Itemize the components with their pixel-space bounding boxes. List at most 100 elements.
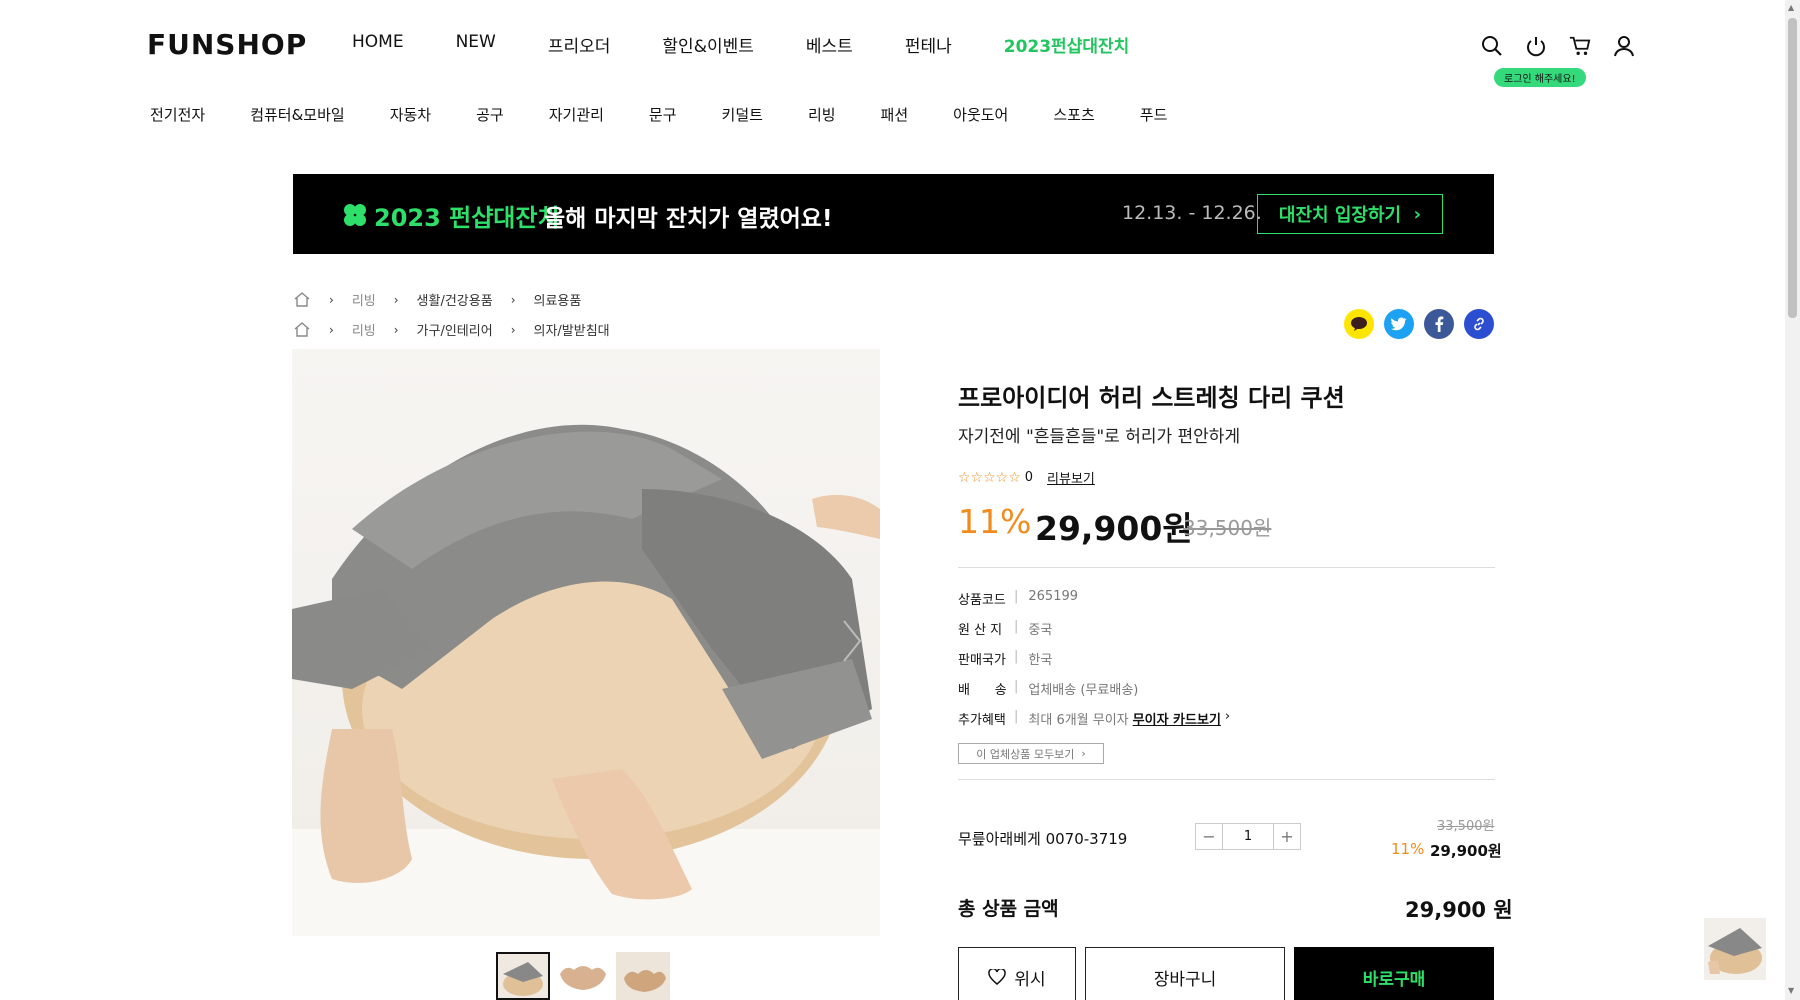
user-icon[interactable]: [1613, 34, 1635, 58]
banner-title: 2023 펀샵대잔치: [374, 204, 560, 232]
chevron-right-icon: ›: [510, 322, 516, 337]
nav-funtena[interactable]: 펀테나: [905, 32, 952, 57]
spec-value: 한국: [1028, 653, 1053, 668]
banner-enter-button[interactable]: 대잔치 입장하기 ›: [1257, 194, 1443, 234]
home-icon[interactable]: [293, 291, 311, 308]
total-label: 총 상품 금액: [958, 898, 1059, 920]
thumbnail-2[interactable]: [556, 952, 610, 1000]
chevron-right-icon: ›: [329, 322, 334, 337]
breadcrumb-item[interactable]: 생활/건강용품: [417, 290, 493, 309]
category-living[interactable]: 리빙: [808, 104, 836, 125]
login-badge[interactable]: 로그인 해주세요!: [1494, 68, 1586, 87]
breadcrumb-item[interactable]: 의료용품: [534, 290, 582, 309]
banner-cta-label: 대잔치 입장하기: [1278, 205, 1402, 226]
breadcrumb-item[interactable]: 리빙: [352, 290, 376, 309]
thumbnail-1[interactable]: [496, 952, 550, 1000]
share-buttons: [1344, 309, 1494, 339]
kakaotalk-share-icon[interactable]: [1344, 309, 1374, 339]
spec-value: 최대 6개월 무이자: [1028, 713, 1129, 728]
category-car[interactable]: 자동차: [390, 104, 431, 125]
chevron-right-icon: ›: [393, 292, 399, 307]
chevron-right-icon: ›: [510, 292, 516, 307]
nav-home[interactable]: HOME: [352, 32, 404, 57]
option-name: 무릎아래베게 0070-3719: [958, 830, 1128, 848]
banner-dates: 12.13. - 12.26.: [1122, 202, 1262, 224]
festival-banner[interactable]: 2023 펀샵대잔치 올해 마지막 잔치가 열렸어요! 12.13. - 12.…: [293, 174, 1494, 254]
scroll-down-icon[interactable]: ▼: [1788, 986, 1794, 995]
page-scrollbar[interactable]: ▲ ▼: [1785, 0, 1800, 1000]
sale-price: 29,900원: [1035, 509, 1193, 548]
review-link[interactable]: 리뷰보기: [1047, 468, 1095, 487]
banner-subtitle: 올해 마지막 잔치가 열렸어요!: [544, 206, 833, 232]
installment-card-link[interactable]: 무이자 카드보기: [1133, 709, 1221, 728]
recently-viewed-thumbnail[interactable]: [1704, 918, 1766, 980]
spec-value: 업체배송 (무료배송): [1028, 683, 1139, 698]
wish-button[interactable]: 위시: [958, 947, 1076, 1000]
category-sports[interactable]: 스포츠: [1053, 104, 1094, 125]
quantity-stepper: − 1 +: [1195, 823, 1301, 850]
category-tools[interactable]: 공구: [476, 104, 504, 125]
link-copy-icon[interactable]: [1464, 309, 1494, 339]
decrement-button[interactable]: −: [1196, 824, 1222, 849]
option-discount: 11%: [1391, 840, 1425, 858]
increment-button[interactable]: +: [1274, 824, 1300, 849]
thumbnail-strip: [496, 952, 670, 1000]
spec-row: 판매국가 | 한국: [958, 649, 1053, 668]
spec-label: 배 송: [958, 683, 1007, 698]
heart-icon: [988, 969, 1007, 985]
cart-icon[interactable]: [1569, 34, 1591, 58]
category-outdoor[interactable]: 아웃도어: [953, 104, 1008, 125]
home-icon[interactable]: [293, 321, 311, 338]
category-food[interactable]: 푸드: [1140, 104, 1168, 125]
original-price: 33,500원: [1183, 516, 1272, 540]
spec-row: 추가혜택 | 최대 6개월 무이자 무이자 카드보기 ›: [958, 709, 1231, 728]
category-nav: 전기전자 컴퓨터&모바일 자동차 공구 자기관리 문구 키덜트 리빙 패션 아웃…: [150, 104, 1212, 125]
nav-festival[interactable]: 2023펀샵대잔치: [1004, 32, 1130, 57]
product-main-image[interactable]: [292, 349, 880, 936]
twitter-share-icon[interactable]: [1384, 309, 1414, 339]
chevron-right-icon: ›: [1224, 709, 1231, 724]
product-subtitle: 자기전에 "흔들흔들"로 허리가 편안하게: [958, 427, 1241, 447]
spec-label: 원 산 지: [958, 623, 1003, 638]
category-computer-mobile[interactable]: 컴퓨터&모바일: [250, 104, 345, 125]
breadcrumb: › 리빙 › 가구/인테리어 › 의자/발받침대: [293, 320, 610, 339]
category-stationery[interactable]: 문구: [649, 104, 677, 125]
spec-label: 상품코드: [958, 593, 1006, 608]
category-kidult[interactable]: 키덜트: [722, 104, 763, 125]
category-fashion[interactable]: 패션: [881, 104, 909, 125]
funshop-logo[interactable]: FUNSHOP: [147, 28, 307, 61]
breadcrumb: › 리빙 › 생활/건강용품 › 의료용품: [293, 290, 581, 309]
chevron-right-icon: ›: [393, 322, 399, 337]
category-selfcare[interactable]: 자기관리: [549, 104, 604, 125]
spec-label: 추가혜택: [958, 713, 1006, 728]
nav-preorder[interactable]: 프리오더: [548, 32, 611, 57]
add-to-cart-button[interactable]: 장바구니: [1085, 947, 1285, 1000]
search-icon[interactable]: [1481, 34, 1503, 58]
top-nav: HOME NEW 프리오더 할인&이벤트 베스트 펀테나 2023펀샵대잔치: [352, 32, 1181, 57]
all-vendor-products-label: 이 업체상품 모두보기: [976, 747, 1075, 761]
breadcrumb-item[interactable]: 리빙: [352, 320, 376, 339]
nav-new[interactable]: NEW: [456, 32, 496, 57]
scrollbar-thumb[interactable]: [1788, 18, 1797, 318]
category-electronics[interactable]: 전기전자: [150, 104, 205, 125]
rating-count: 0: [1024, 470, 1034, 485]
quantity-value[interactable]: 1: [1222, 824, 1274, 849]
facebook-share-icon[interactable]: [1424, 309, 1454, 339]
thumbnail-3[interactable]: [616, 952, 670, 1000]
total-price: 29,900 원: [1405, 898, 1513, 922]
next-image-arrow-icon[interactable]: [840, 619, 864, 663]
star-outline-icon: ☆☆☆☆☆: [958, 469, 1021, 486]
all-vendor-products-button[interactable]: 이 업체상품 모두보기 ›: [958, 743, 1104, 764]
breadcrumb-item[interactable]: 가구/인테리어: [417, 320, 493, 339]
nav-sale-event[interactable]: 할인&이벤트: [662, 32, 753, 57]
spec-row: 상품코드 | 265199: [958, 589, 1079, 608]
breadcrumb-item[interactable]: 의자/발받침대: [534, 320, 610, 339]
buy-now-button[interactable]: 바로구매: [1294, 947, 1494, 1000]
spec-label: 판매국가: [958, 653, 1006, 668]
product-title: 프로아이디어 허리 스트레칭 다리 쿠션: [958, 384, 1345, 412]
scroll-up-icon[interactable]: ▲: [1788, 3, 1794, 12]
header-icons: [1481, 34, 1635, 58]
power-icon[interactable]: [1525, 34, 1547, 58]
nav-best[interactable]: 베스트: [806, 32, 853, 57]
divider: [958, 567, 1495, 568]
